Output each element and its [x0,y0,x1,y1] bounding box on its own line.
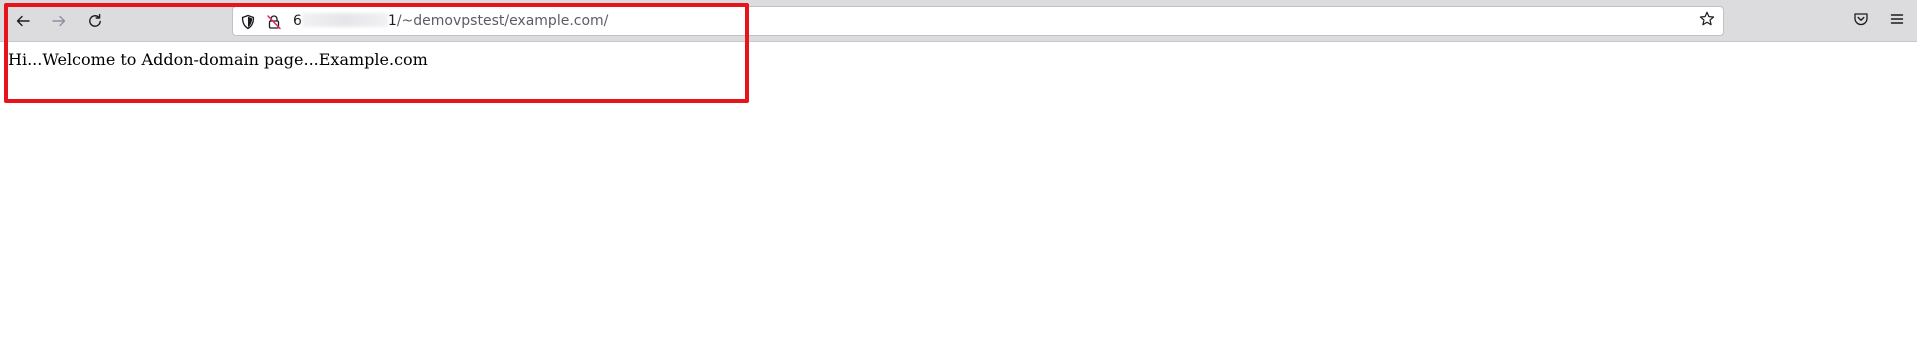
url-host-suffix: 1 [387,13,397,29]
back-button[interactable] [8,6,38,36]
pocket-icon [1853,11,1869,32]
welcome-text: Hi...Welcome to Addon-domain page...Exam… [8,50,428,69]
reload-icon [87,13,103,29]
hamburger-menu-icon [1889,11,1905,32]
shield-icon[interactable] [239,13,257,31]
star-icon [1699,11,1715,32]
address-bar[interactable]: 6 1/~demovpstest/example.com/ [232,6,1724,36]
url-host-prefix: 6 [293,13,302,29]
pocket-button[interactable] [1848,8,1874,34]
url-text[interactable]: 6 1/~demovpstest/example.com/ [293,7,608,35]
reload-button[interactable] [80,6,110,36]
app-menu-button[interactable] [1884,8,1910,34]
bookmark-button[interactable] [1697,11,1717,31]
url-path: /~demovpstest/example.com/ [396,13,609,29]
arrow-right-icon [51,13,67,29]
insecure-lock-icon[interactable] [265,13,283,31]
forward-button[interactable] [44,6,74,36]
url-host-redaction [301,13,388,27]
page-content: Hi...Welcome to Addon-domain page...Exam… [0,42,1917,362]
arrow-left-icon [15,13,31,29]
browser-toolbar: 6 1/~demovpstest/example.com/ [0,0,1917,42]
